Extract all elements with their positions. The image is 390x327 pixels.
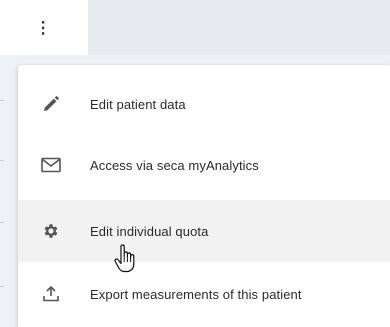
menu-item-label: Access via seca myAnalytics: [90, 157, 259, 173]
more-vertical-icon: [42, 21, 45, 35]
toolbar: [0, 0, 390, 55]
pencil-icon: [41, 94, 61, 114]
toolbar-left-cell: [0, 0, 88, 55]
menu-item-edit-patient-data[interactable]: Edit patient data: [18, 73, 390, 135]
gear-icon: [41, 221, 61, 241]
divider: [0, 222, 4, 223]
menu-item-label: Edit individual quota: [90, 223, 209, 239]
context-menu: Edit patient data Access via seca myAnal…: [18, 65, 390, 327]
menu-item-label: Export measurements of this patient: [90, 286, 302, 302]
app-window: Edit patient data Access via seca myAnal…: [0, 0, 390, 327]
menu-item-export-measurements[interactable]: Export measurements of this patient: [18, 263, 390, 325]
more-options-button[interactable]: [34, 18, 52, 38]
menu-item-edit-individual-quota[interactable]: Edit individual quota: [18, 200, 390, 262]
envelope-icon: [41, 155, 61, 175]
divider: [0, 286, 4, 287]
menu-item-label: Edit patient data: [90, 96, 186, 112]
upload-icon: [41, 284, 61, 304]
divider: [0, 100, 4, 101]
divider: [0, 160, 4, 161]
menu-item-access-myanalytics[interactable]: Access via seca myAnalytics: [18, 134, 390, 196]
